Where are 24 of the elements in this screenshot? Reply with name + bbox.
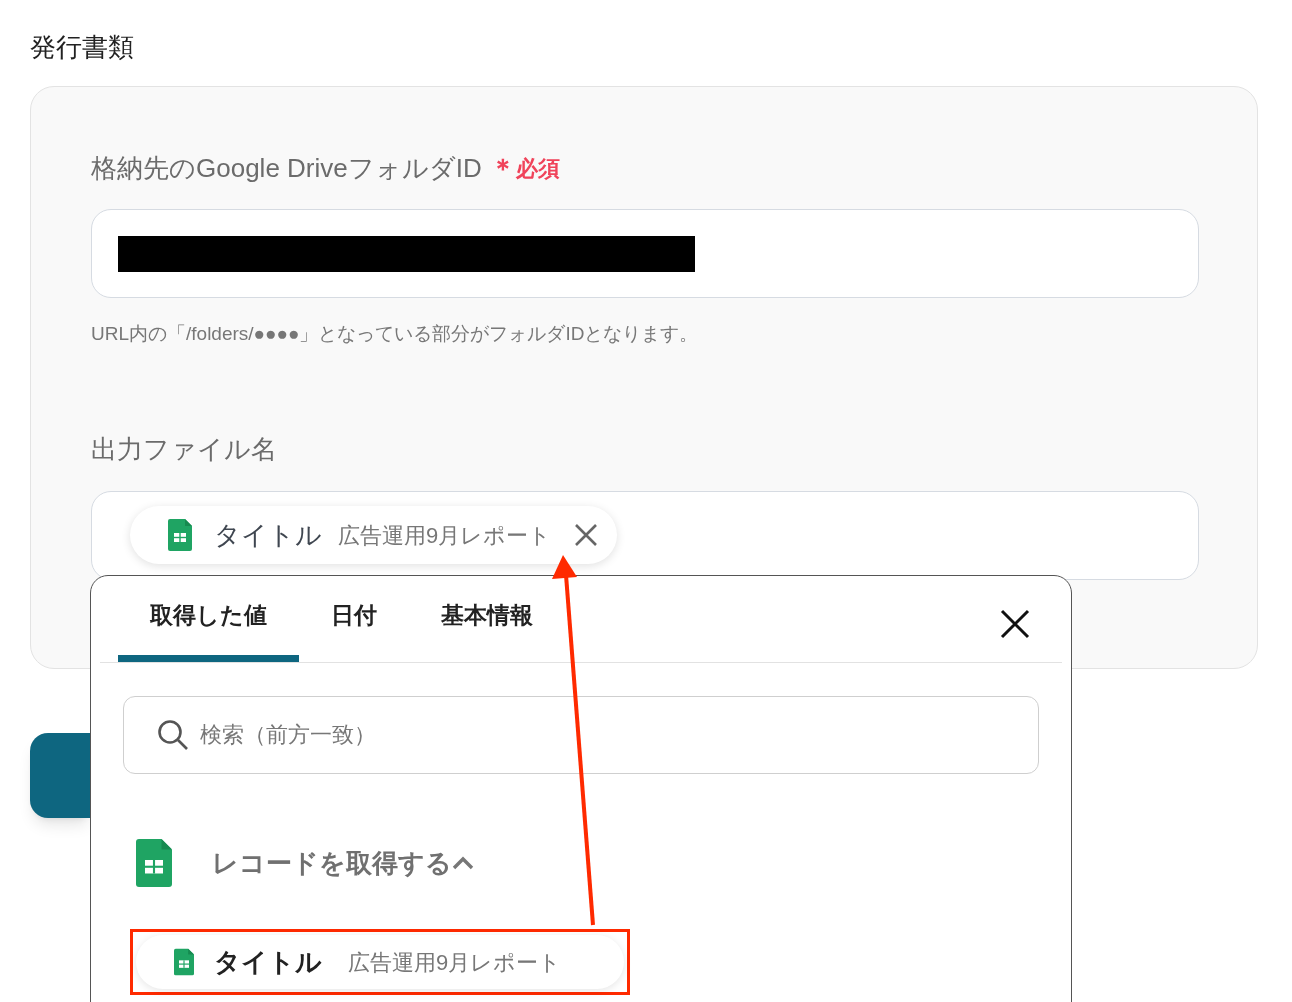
search-icon: [157, 719, 189, 751]
help-text: URL内の「/folders/●●●●」となっている部分がフォルダIDとなります。: [91, 322, 700, 346]
field-label: 出力ファイル名: [91, 433, 277, 466]
search-field[interactable]: 検索（前方一致）: [123, 696, 1039, 774]
variable-chip[interactable]: タイトル 広告運用9月レポート: [130, 506, 618, 564]
chip-value: 広告運用9月レポート: [338, 521, 552, 550]
field-label: 格納先のGoogle DriveフォルダID: [91, 151, 482, 185]
item-value: 広告運用9月レポート: [348, 948, 562, 977]
spreadsheet-icon: [174, 948, 194, 976]
group-title: レコードを取得する: [212, 846, 452, 880]
chevron-up-icon[interactable]: [452, 856, 474, 870]
required-label: 必須: [515, 154, 560, 183]
chip-name: タイトル: [214, 518, 322, 552]
item-name: タイトル: [214, 945, 322, 979]
list-item[interactable]: タイトル 広告運用9月レポート: [136, 935, 624, 989]
section-title: 発行書類: [30, 31, 134, 64]
input-field[interactable]: [91, 209, 1199, 298]
tab[interactable]: 取得した値: [118, 576, 299, 662]
spreadsheet-icon: [168, 519, 192, 551]
required-mark: ＊: [489, 151, 516, 185]
spreadsheet-icon: [136, 839, 172, 887]
close-icon[interactable]: [1000, 609, 1030, 639]
action-button[interactable]: [30, 733, 90, 818]
input-field[interactable]: タイトル 広告運用9月レポート: [91, 490, 1199, 580]
